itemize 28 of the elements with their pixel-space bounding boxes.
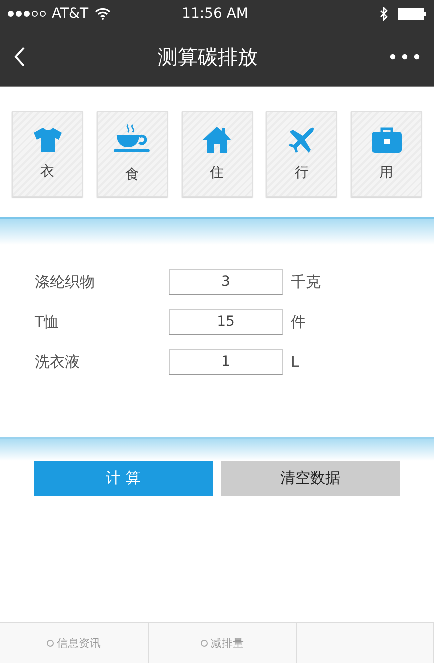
wifi-icon [94,8,111,20]
airplane-icon [288,126,316,154]
category-tile[interactable]: 衣 [12,111,83,197]
unit-label: 件 [291,312,306,332]
house-icon [202,126,232,154]
input-field[interactable]: 1 [169,349,283,375]
shirt-icon [32,127,62,153]
page-title: 测算碳排放 [157,44,259,70]
carrier-name: AT&T [52,6,89,22]
field-label: 涤纶织物 [35,272,96,292]
more-icon[interactable] [390,54,420,60]
unit-label: L [291,353,300,371]
category-tile[interactable]: 住 [182,111,252,197]
battery-icon [398,8,426,20]
bluetooth-icon [380,7,388,21]
status-time: 11:56 AM [182,6,250,22]
briefcase-icon [370,126,402,154]
category-tile[interactable]: 食 [96,111,168,197]
signal-icon [8,11,46,17]
clear-button[interactable]: 清空数据 [221,461,400,496]
back-icon[interactable] [14,47,26,67]
field-label: 洗衣液 [35,352,81,372]
input-field[interactable]: 3 [169,269,283,295]
category-tile[interactable]: 行 [266,111,338,197]
category-tile[interactable]: 用 [351,111,422,197]
input-field[interactable]: 15 [169,309,283,335]
field-label: T恤 [35,312,60,332]
unit-label: 千克 [291,272,321,292]
